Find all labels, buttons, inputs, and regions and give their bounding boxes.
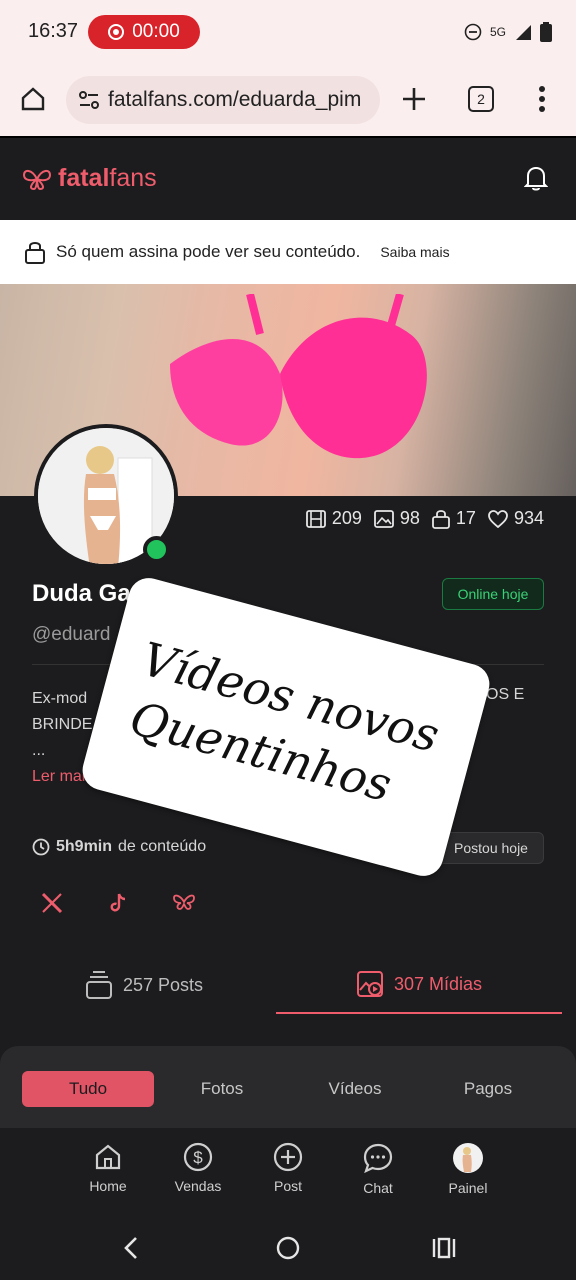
svg-text:$: $: [193, 1148, 203, 1167]
screen-recording-chip[interactable]: 00:00: [88, 15, 200, 49]
address-bar[interactable]: fatalfans.com/eduarda_pim: [66, 76, 380, 124]
home-icon[interactable]: [20, 86, 46, 112]
tab-posts[interactable]: 257 Posts: [0, 956, 288, 1014]
online-status-dot: [143, 536, 170, 563]
filter-paid[interactable]: Pagos: [422, 1071, 554, 1107]
nav-sales-label: Vendas: [174, 1178, 222, 1194]
nav-home-label: Home: [89, 1178, 127, 1194]
nav-chat-label: Chat: [363, 1180, 393, 1196]
butterfly-logo-icon: [22, 169, 52, 190]
online-badge: Online hoje: [442, 578, 544, 610]
tiktok-icon[interactable]: [108, 892, 128, 914]
record-icon: [108, 24, 125, 40]
read-more-link[interactable]: Ler mai: [32, 768, 85, 786]
lock-icon: [25, 242, 45, 264]
lock-icon: [432, 509, 450, 529]
system-icons: 5G: [464, 22, 552, 42]
status-time: 16:37: [28, 20, 79, 42]
tab-switcher-button[interactable]: 2: [468, 86, 494, 112]
profile-thumbnail: [453, 1143, 483, 1173]
x-twitter-icon[interactable]: [40, 892, 64, 914]
bio-line-1-right: OS E: [486, 686, 525, 703]
site-header: fatalfans: [0, 136, 576, 220]
stat-videos: 209: [305, 508, 362, 529]
cover-photo-figure: [170, 294, 427, 459]
tab-media[interactable]: 307 Mídias: [276, 956, 562, 1014]
content-duration-value: 5h9min: [56, 838, 113, 855]
nav-sales[interactable]: $ Vendas: [158, 1142, 238, 1194]
notice-text: Só quem assina pode ver seu conteúdo.: [56, 242, 361, 261]
stat-photos: 98: [373, 508, 420, 529]
url-text: fatalfans.com/eduarda_pim: [108, 88, 362, 111]
stack-icon: [85, 971, 112, 999]
nav-home[interactable]: Home: [68, 1142, 148, 1194]
stat-photos-count: 98: [399, 508, 420, 528]
tab-media-label: 307 Mídias: [393, 973, 483, 994]
social-links: [40, 892, 196, 914]
home-circle-icon[interactable]: [276, 1236, 300, 1260]
network-type: 5G: [489, 25, 506, 39]
film-icon: [305, 509, 326, 528]
profile-stats: 209 98 17 934: [305, 508, 544, 529]
battery-icon: [540, 22, 552, 42]
chat-icon: [363, 1143, 393, 1174]
profile-handle: @eduard: [32, 624, 111, 645]
nav-dashboard-label: Painel: [448, 1180, 488, 1196]
system-navigation-bar: [0, 1218, 576, 1280]
do-not-disturb-icon: [464, 23, 482, 41]
dollar-icon: $: [183, 1142, 213, 1172]
nav-post-label: Post: [273, 1178, 302, 1194]
image-icon: [373, 509, 394, 528]
media-icon: [356, 971, 383, 997]
plus-circle-icon: [273, 1142, 303, 1172]
more-menu-icon[interactable]: [538, 86, 546, 112]
logo-text-bold: fatal: [58, 164, 110, 192]
filter-photos[interactable]: Fotos: [156, 1071, 288, 1107]
learn-more-link[interactable]: Saiba mais: [380, 244, 449, 260]
logo-text-rest: fans: [109, 164, 157, 192]
nav-dashboard[interactable]: Painel: [428, 1142, 508, 1196]
back-icon[interactable]: [122, 1236, 140, 1260]
status-bar: 16:37 00:00 5G: [0, 0, 576, 64]
tab-posts-label: 257 Posts: [122, 974, 204, 995]
stat-locked-count: 17: [455, 508, 476, 528]
stat-videos-count: 209: [331, 508, 362, 528]
fatalfans-logo[interactable]: fatalfans: [22, 164, 157, 193]
filter-videos[interactable]: Vídeos: [289, 1071, 421, 1107]
clock-icon: [32, 838, 50, 856]
stat-likes-count: 934: [513, 508, 544, 528]
tab-count: 2: [477, 91, 485, 107]
home-icon: [95, 1144, 121, 1170]
filter-all[interactable]: Tudo: [22, 1071, 154, 1107]
new-tab-icon[interactable]: [401, 86, 427, 112]
browser-toolbar: fatalfans.com/eduarda_pim 2: [0, 64, 576, 136]
bell-icon[interactable]: [524, 164, 548, 192]
posted-badge: Postou hoje: [438, 832, 544, 864]
site-settings-icon[interactable]: [78, 90, 100, 110]
signal-icon: [516, 25, 531, 40]
recording-time: 00:00: [132, 21, 180, 42]
bluesky-icon[interactable]: [172, 893, 196, 913]
text-sticker-overlay: Vídeos novos Quentinhos: [78, 573, 494, 881]
recent-apps-icon[interactable]: [432, 1237, 456, 1259]
nav-post[interactable]: Post: [248, 1142, 328, 1194]
content-duration: 5h9min de conteúdo: [32, 838, 206, 856]
stat-locked: 17: [432, 508, 476, 529]
stat-likes: 934: [488, 508, 544, 529]
content-duration-label: de conteúdo: [118, 838, 207, 855]
nav-chat[interactable]: Chat: [338, 1142, 418, 1196]
subscription-notice: Só quem assina pode ver seu conteúdo. Sa…: [0, 220, 576, 284]
heart-icon: [488, 509, 508, 528]
